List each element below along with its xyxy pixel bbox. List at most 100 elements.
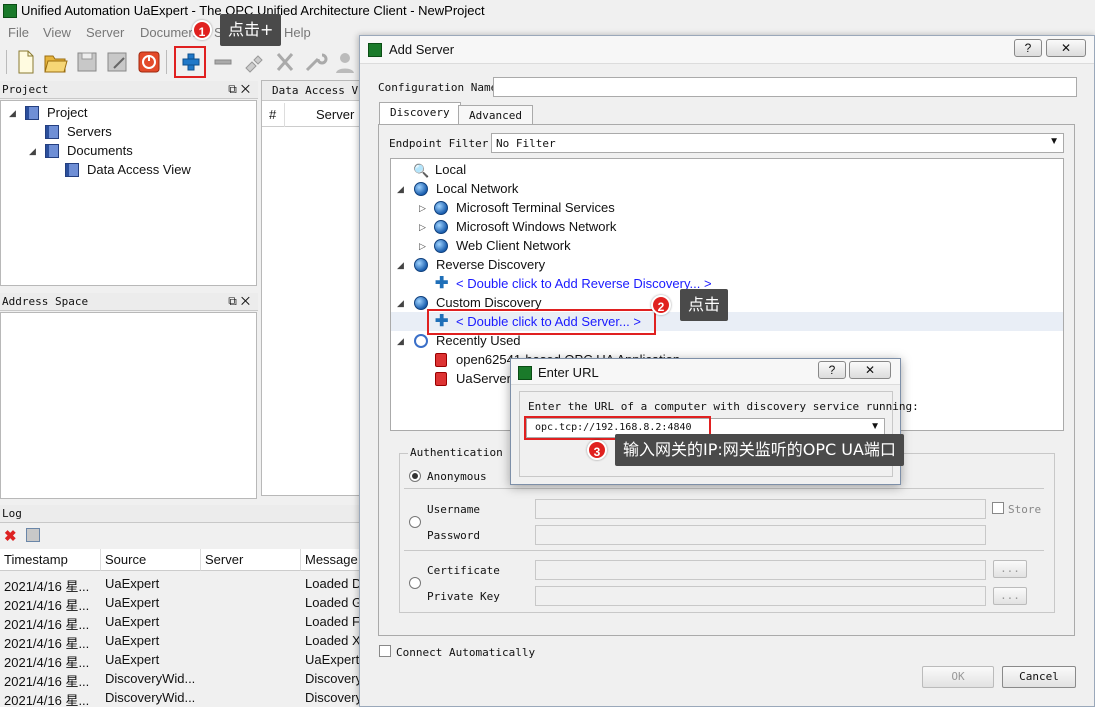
clear-log-icon[interactable]: ✖ [4,527,17,545]
cancel-button[interactable]: Cancel [1002,666,1076,688]
dav-table-header: # Server [262,103,362,127]
tree-item-reverse-discovery[interactable]: ◢ Reverse Discovery [397,256,697,275]
help-button[interactable]: ? [818,361,846,379]
collapse-arrow-icon[interactable]: ▷ [419,203,426,214]
log-col-message[interactable]: Message [301,549,361,571]
folder-open-icon [44,55,68,73]
collapse-arrow-icon[interactable]: ▷ [419,222,426,233]
tab-discovery[interactable]: Discovery [379,102,461,124]
anonymous-label: Anonymous [427,470,487,483]
save-as-icon [107,52,127,72]
save-button[interactable] [74,48,100,76]
new-document-icon [18,50,34,74]
log-cell [201,669,301,688]
user-button[interactable] [332,48,358,76]
log-col-source[interactable]: Source [101,549,201,571]
tree-item-project[interactable]: ◢ Project [9,104,249,123]
private-key-input[interactable] [535,586,986,606]
globe-network-icon [434,239,448,253]
certificate-radio[interactable] [409,577,421,589]
expand-arrow-icon[interactable]: ◢ [397,298,404,309]
expand-arrow-icon[interactable]: ◢ [397,260,404,271]
dav-book-icon [65,163,79,177]
endpoint-filter-select[interactable]: No Filter ▼ [491,133,1064,153]
divider [404,550,1044,551]
menu-document[interactable]: Document [140,25,199,40]
globe-network-icon [434,201,448,215]
log-cell: 2021/4/16 星... [4,674,90,688]
toolbar-separator [166,50,167,74]
menu-file[interactable]: File [8,25,29,40]
dropdown-arrow-icon[interactable]: ▼ [870,421,880,432]
highlight-add-button [174,46,206,78]
log-cell [201,650,301,669]
connect-automatically-label: Connect Automatically [396,646,536,659]
username-label: Username [427,503,480,516]
tree-item-web-client[interactable]: ▷ Web Client Network [419,237,719,256]
username-radio[interactable] [409,516,421,528]
connect-plug-icon [245,55,263,73]
save-log-icon[interactable] [26,528,40,542]
tree-item-local-network[interactable]: ◢ Local Network [397,180,697,199]
private-key-browse-button[interactable]: ... [993,587,1027,605]
log-cell [201,688,301,707]
log-col-timestamp[interactable]: Timestamp [0,549,101,571]
log-cell: Loaded G [305,595,361,610]
dav-col-server[interactable]: Server [316,107,354,122]
expand-arrow-icon[interactable]: ◢ [9,108,16,119]
menu-server[interactable]: Server [86,25,124,40]
open-project-button[interactable] [42,48,68,76]
save-as-button[interactable] [104,48,130,76]
menu-view[interactable]: View [43,25,71,40]
certificate-browse-button[interactable]: ... [993,560,1027,578]
help-icon: ? [828,363,836,377]
new-project-button[interactable] [12,48,38,76]
add-server-titlebar: Add Server ? ✕ [360,36,1094,64]
ok-button[interactable]: OK [922,666,994,688]
collapse-arrow-icon[interactable]: ▷ [419,241,426,252]
tab-advanced[interactable]: Advanced [458,105,533,125]
help-button[interactable]: ? [1014,39,1042,57]
disconnect-button[interactable] [272,48,298,76]
log-pane-title: Log [2,507,22,520]
expand-arrow-icon[interactable]: ◢ [29,146,36,157]
settings-button[interactable] [302,48,328,76]
expand-arrow-icon[interactable]: ◢ [397,184,404,195]
log-cell: Loaded X [305,633,361,648]
project-book-icon [25,106,39,120]
expand-arrow-icon[interactable]: ◢ [397,336,404,347]
password-input[interactable] [535,525,986,545]
log-cell [201,612,301,631]
pane-float-close-icon[interactable]: ⧉✕ [228,294,254,309]
dav-col-number[interactable]: # [269,107,276,122]
tree-item-ms-windows[interactable]: ▷ Microsoft Windows Network [419,218,719,237]
log-col-server[interactable]: Server [201,549,301,571]
connect-button[interactable] [240,48,266,76]
tree-item-documents[interactable]: ◢ Documents [29,142,249,161]
remove-server-button[interactable] [210,48,236,76]
anonymous-radio[interactable] [409,470,421,482]
log-cell: DiscoveryWid... [105,690,196,705]
menu-help[interactable]: Help [284,25,311,40]
certificate-input[interactable] [535,560,986,580]
address-pane-header: Address Space ⧉✕ [0,293,258,311]
project-pane-title: Project [2,83,49,96]
username-input[interactable] [535,499,986,519]
close-button[interactable]: ✕ [849,361,891,379]
dav-tab[interactable]: Data Access Vie [262,81,371,101]
pane-float-close-icon[interactable]: ⧉✕ [228,82,254,97]
tree-item-local[interactable]: 🔍 Local [413,161,713,180]
close-button[interactable]: ✕ [1046,39,1086,57]
config-name-input[interactable] [493,77,1077,97]
connect-automatically-checkbox[interactable] [379,645,391,657]
tree-item-data-access-view[interactable]: Data Access View [49,161,249,180]
enter-url-prompt: Enter the URL of a computer with discove… [528,400,919,413]
step-3-callout: 输入网关的IP:网关监听的OPC UA端口 [615,434,904,466]
project-tree[interactable]: ◢ Project Servers ◢ Documents Data Acces… [0,100,257,286]
password-label: Password [427,529,480,542]
address-space-tree[interactable] [0,312,257,499]
tree-item-ms-terminal[interactable]: ▷ Microsoft Terminal Services [419,199,719,218]
store-checkbox[interactable] [992,502,1004,514]
tree-item-servers[interactable]: Servers [29,123,249,142]
exit-button[interactable] [136,48,162,76]
